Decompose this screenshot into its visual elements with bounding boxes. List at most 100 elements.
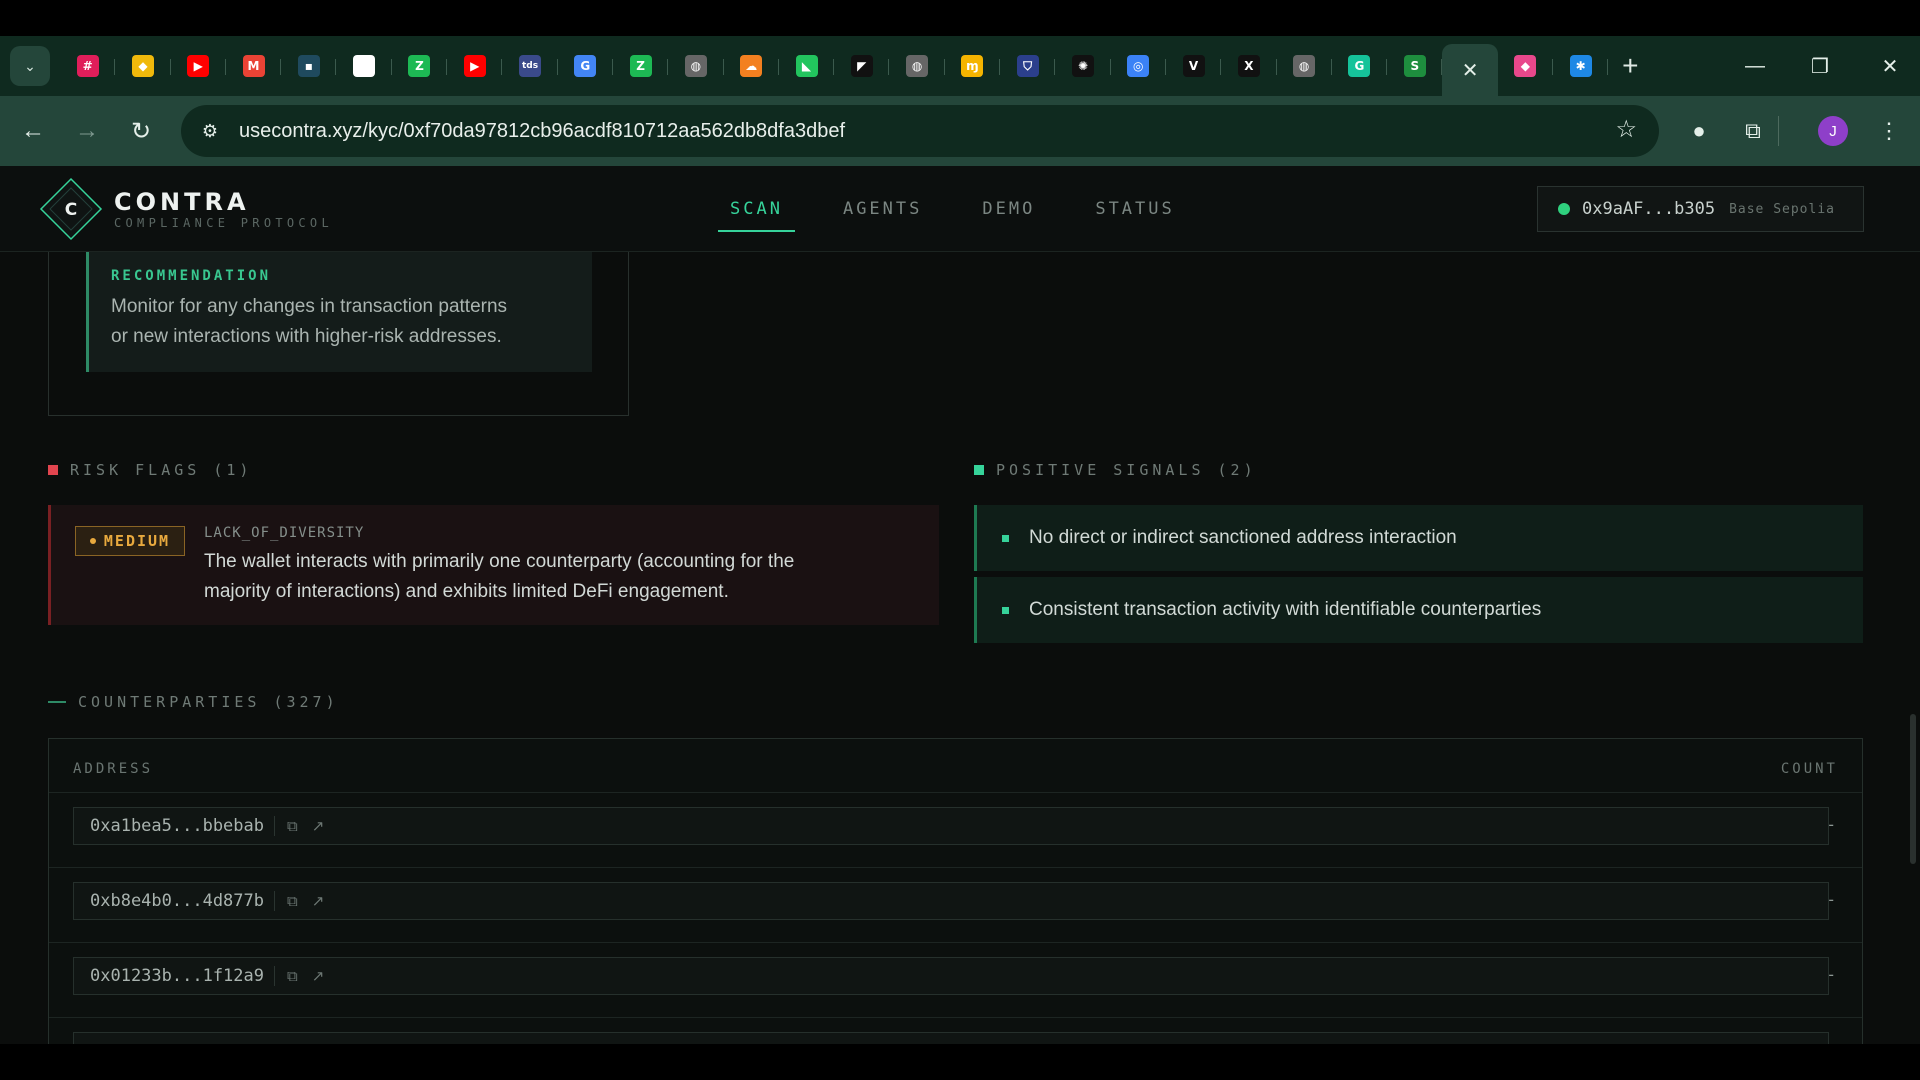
v-icon: V	[1182, 55, 1205, 77]
column-header-count[interactable]: COUNT	[1781, 761, 1838, 777]
risk-flag-code: LACK_OF_DIVERSITY	[204, 525, 365, 541]
zap-icon: Z	[629, 55, 652, 77]
tab-list: # ◆ ▶ M ▪ ● Z ▶ tds G Z ◍ ☁ ◣ ◤ ◍ ɱ ⛉ ✺ ◎ V X ◍ G S ✕ ◆ ✱	[60, 36, 1609, 96]
bookmark-star-icon[interactable]: ☆	[1615, 115, 1637, 144]
browser-tab[interactable]: Z	[613, 44, 669, 88]
screen-bottom-bar	[0, 1044, 1920, 1080]
address-chip: 0xb8e4b0...4d877b ⧉ ↗	[73, 882, 1829, 920]
browser-tab[interactable]: V	[1166, 44, 1222, 88]
browser-tab[interactable]: ●	[336, 44, 393, 88]
extension-icon[interactable]: ●	[1670, 110, 1728, 152]
browser-tab-active[interactable]: ✕	[1442, 44, 1498, 96]
window-controls: — ❐ ✕	[1730, 36, 1920, 96]
counterparty-address[interactable]: 0xa1bea5...bbebab	[90, 816, 274, 836]
browser-tab[interactable]: G	[558, 44, 614, 88]
close-window-button[interactable]: ✕	[1860, 54, 1920, 79]
copy-icon[interactable]: ⧉	[287, 968, 298, 985]
browser-tab[interactable]: S	[1387, 44, 1443, 88]
recommendation-box: RECOMMENDATION Monitor for any changes i…	[86, 252, 592, 372]
browser-tab[interactable]: ◍	[668, 44, 724, 88]
browser-tab[interactable]: ◎	[1111, 44, 1167, 88]
wallet-address: 0x9aAF...b305	[1582, 199, 1716, 219]
sheets-icon: S	[1403, 55, 1426, 77]
column-header-address[interactable]: ADDRESS	[73, 761, 153, 777]
copy-icon[interactable]: ⧉	[287, 893, 298, 910]
tab-search-button[interactable]: ⌄	[10, 46, 50, 86]
browser-tab[interactable]: ◍	[1277, 44, 1333, 88]
browser-tab[interactable]: Z	[392, 44, 448, 88]
heading-dash	[48, 701, 66, 703]
browser-tab[interactable]: ✱	[1553, 44, 1609, 88]
browser-tab[interactable]: ▶	[447, 44, 503, 88]
nav-link-demo[interactable]: DEMO	[970, 166, 1047, 252]
browser-tab[interactable]: #	[60, 44, 116, 88]
profile-avatar[interactable]: J	[1818, 116, 1848, 146]
browser-tab[interactable]: tds	[502, 44, 558, 88]
browser-tab[interactable]: ◤	[834, 44, 890, 88]
zap-icon: Z	[408, 55, 431, 77]
url-text[interactable]: usecontra.xyz/kyc/0xf70da97812cb96acdf81…	[239, 120, 845, 143]
wallet-button[interactable]: 0x9aAF...b305 Base Sepolia	[1537, 186, 1864, 232]
risk-flag-line: majority of interactions) and exhibits l…	[204, 581, 729, 602]
browser-tab[interactable]: ⛉	[1000, 44, 1056, 88]
browser-tab[interactable]: ▶	[171, 44, 227, 88]
reload-button[interactable]: ↻	[114, 104, 168, 158]
cloudflare-icon: ☁	[740, 55, 763, 77]
back-button[interactable]: ←	[6, 104, 60, 158]
positive-signals-heading: POSITIVE SIGNALS (2)	[974, 461, 1257, 479]
positive-signal-text: Consistent transaction activity with ide…	[1029, 599, 1542, 620]
external-link-icon[interactable]: ↗	[312, 817, 325, 835]
positive-signal-card: Consistent transaction activity with ide…	[974, 577, 1863, 643]
browser-tab[interactable]: ɱ	[945, 44, 1001, 88]
browser-tab[interactable]: X	[1221, 44, 1277, 88]
counterparty-address[interactable]: 0x01233b...1f12a9	[90, 966, 274, 986]
snowflake-icon: ✱	[1569, 55, 1592, 77]
app-icon: ◤	[850, 55, 873, 77]
menu-kebab-icon[interactable]: ⋮	[1874, 110, 1904, 152]
green-square-icon	[974, 465, 984, 475]
browser-tab[interactable]: ◣	[779, 44, 835, 88]
forward-button[interactable]: →	[60, 104, 114, 158]
divider	[274, 966, 275, 986]
counterparty-address[interactable]: 0xb8e4b0...4d877b	[90, 891, 274, 911]
page-scrollbar[interactable]	[1910, 714, 1916, 864]
close-tab-icon[interactable]: ✕	[1462, 58, 1479, 83]
google-icon: G	[574, 55, 597, 77]
counterparties-table: ADDRESS COUNT 0xa1bea5...bbebab ⧉ ↗ - 0x…	[48, 738, 1863, 1044]
youtube-icon: ▶	[187, 55, 210, 77]
restore-button[interactable]: ❐	[1780, 54, 1860, 79]
external-link-icon[interactable]: ↗	[312, 892, 325, 910]
address-bar[interactable]: ⚙ usecontra.xyz/kyc/0xf70da97812cb96acdf…	[181, 105, 1659, 157]
nav-link-scan[interactable]: SCAN	[718, 166, 795, 252]
brand-name[interactable]: CONTRA	[114, 188, 250, 216]
browser-tab[interactable]: ◆	[1498, 44, 1554, 88]
browser-tab[interactable]: ▪	[281, 44, 337, 88]
browser-tab[interactable]: ◆	[115, 44, 171, 88]
minimize-button[interactable]: —	[1730, 55, 1780, 78]
browser-tab[interactable]: G	[1332, 44, 1388, 88]
site-settings-icon[interactable]: ⚙	[187, 108, 233, 154]
browser-tab[interactable]: M	[226, 44, 282, 88]
counterparties-heading: COUNTERPARTIES (327)	[48, 693, 339, 711]
table-row: 0xb8e4b0...4d877b ⧉ ↗ -	[49, 867, 1862, 942]
contra-logo-icon[interactable]: C	[38, 176, 104, 242]
divider	[274, 816, 275, 836]
tds-icon: tds	[519, 55, 542, 77]
new-tab-button[interactable]: +	[1608, 50, 1652, 82]
risk-flag-card: MEDIUM LACK_OF_DIVERSITY The wallet inte…	[48, 505, 939, 625]
nav-link-agents[interactable]: AGENTS	[831, 166, 934, 252]
browser-tab[interactable]: ◍	[889, 44, 946, 88]
external-link-icon[interactable]: ↗	[312, 967, 325, 985]
browser-tab[interactable]: ☁	[724, 44, 780, 88]
x-icon: X	[1237, 55, 1260, 77]
extensions-puzzle-icon[interactable]: ⧉	[1730, 110, 1776, 152]
youtube-icon: ▶	[463, 55, 486, 77]
copy-icon[interactable]: ⧉	[287, 818, 298, 835]
app-icon: ◣	[795, 55, 818, 77]
browser-tab[interactable]: ✺	[1055, 44, 1111, 88]
app-icon: ▪	[297, 55, 320, 77]
risk-flag-line: The wallet interacts with primarily one …	[204, 551, 795, 572]
nav-link-status[interactable]: STATUS	[1083, 166, 1186, 252]
binance-icon: ◆	[131, 55, 154, 77]
table-row: 0xa1bea5...bbebab ⧉ ↗ -	[49, 792, 1862, 867]
